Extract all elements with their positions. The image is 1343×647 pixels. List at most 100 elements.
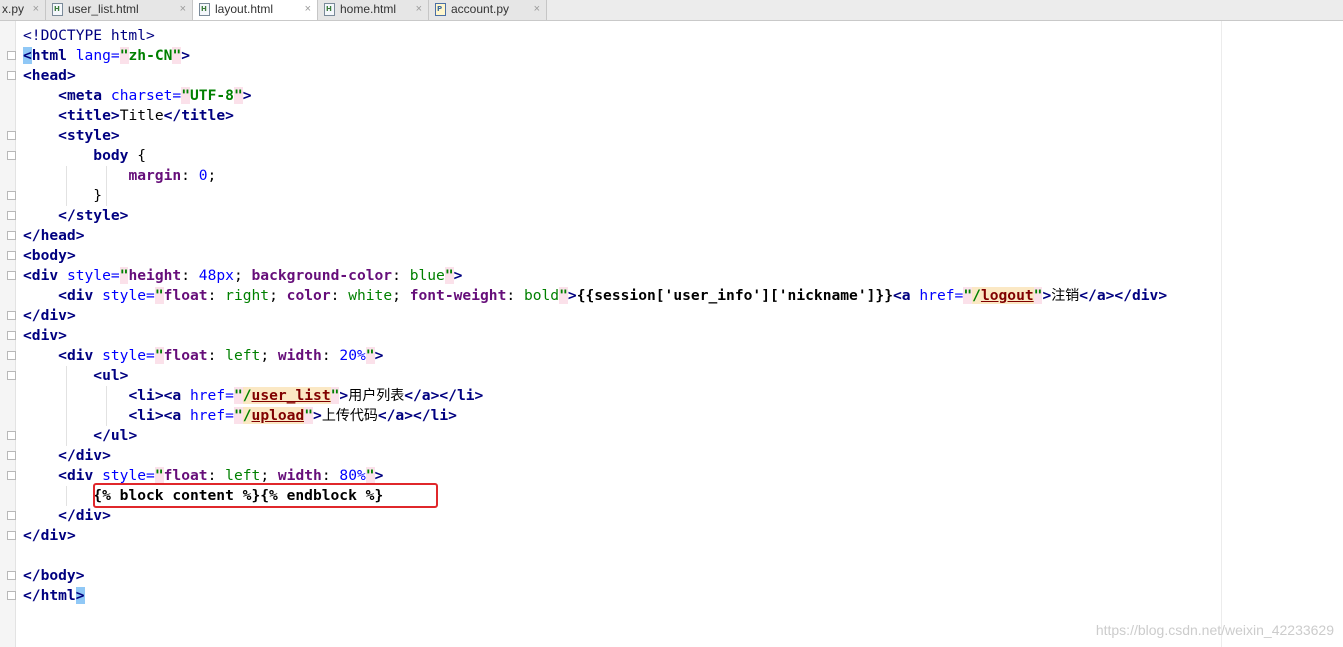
tag-name: body xyxy=(40,567,76,584)
link-path[interactable]: user_list xyxy=(252,387,331,404)
tag-name: div xyxy=(75,507,103,524)
css-property: width xyxy=(277,347,322,364)
fold-marker-icon[interactable] xyxy=(7,191,16,200)
tab-label: home.html xyxy=(340,2,397,16)
css-value: blue xyxy=(409,267,445,284)
close-icon[interactable]: × xyxy=(33,0,39,19)
link-path[interactable]: logout xyxy=(981,287,1034,304)
fold-marker-icon[interactable] xyxy=(7,231,16,240)
link-text: 注销 xyxy=(1051,288,1080,304)
editor-gutter xyxy=(0,21,16,647)
fold-marker-icon[interactable] xyxy=(7,51,16,60)
watermark: https://blog.csdn.net/weixin_42233629 xyxy=(1095,622,1334,638)
fold-marker-icon[interactable] xyxy=(7,431,16,440)
attr-name: style xyxy=(102,467,147,484)
code-line: <meta charset="UTF-8"> xyxy=(58,87,252,104)
code-line: </div> xyxy=(23,307,76,324)
css-value: 20 xyxy=(339,347,357,364)
tab-layout-html[interactable]: H layout.html × xyxy=(193,0,318,20)
code-line: <!DOCTYPE html> xyxy=(23,26,155,46)
fold-marker-icon[interactable] xyxy=(7,311,16,320)
highlight-annotation-box xyxy=(93,483,438,508)
fold-marker-icon[interactable] xyxy=(7,351,16,360)
fold-marker-icon[interactable] xyxy=(7,591,16,600)
css-value: left xyxy=(225,347,261,364)
html-file-icon: H xyxy=(52,3,63,16)
html-file-icon: H xyxy=(199,3,210,16)
tag-name: div xyxy=(40,307,67,324)
tag-name: a xyxy=(421,387,431,404)
tag-name: a xyxy=(172,387,182,404)
tab-user-list-html[interactable]: H user_list.html × xyxy=(46,0,193,20)
fold-marker-icon[interactable] xyxy=(7,471,16,480)
code-line: </ul> xyxy=(93,427,138,444)
right-margin-guide xyxy=(1221,21,1222,647)
fold-marker-icon[interactable] xyxy=(7,451,16,460)
code-line: </head> xyxy=(23,227,85,244)
fold-marker-icon[interactable] xyxy=(7,571,16,580)
tag-name: style xyxy=(75,207,120,224)
code-line: <div style="float: right; color: white; … xyxy=(58,287,1168,304)
fold-marker-icon[interactable] xyxy=(7,131,16,140)
tag-name: div xyxy=(66,467,94,484)
tag-name: title xyxy=(181,107,226,124)
code-line: margin: 0; xyxy=(128,167,217,184)
attr-name: style xyxy=(66,267,111,284)
attr-name: lang xyxy=(75,47,111,64)
css-value: left xyxy=(225,467,261,484)
fold-marker-icon[interactable] xyxy=(7,71,16,80)
code-line: <li><a href="/user_list">用户列表</a></li> xyxy=(128,387,484,404)
css-property: float xyxy=(163,347,208,364)
code-line: } xyxy=(23,187,103,204)
tag-name: li xyxy=(430,407,449,424)
tab-home-html[interactable]: H home.html × xyxy=(318,0,429,20)
css-value: 80 xyxy=(339,467,357,484)
fold-marker-icon[interactable] xyxy=(7,251,16,260)
tag-name: ul xyxy=(102,367,120,384)
close-icon[interactable]: × xyxy=(180,0,186,19)
css-value: 0 xyxy=(198,167,208,184)
close-icon[interactable]: × xyxy=(534,0,540,19)
css-property: margin xyxy=(128,167,182,184)
close-icon[interactable]: × xyxy=(416,0,422,19)
tag-name: ul xyxy=(110,427,129,444)
fold-marker-icon[interactable] xyxy=(7,271,16,280)
css-property: font-weight xyxy=(409,287,507,304)
css-property: background-color xyxy=(251,267,393,284)
tag-name: html xyxy=(40,587,76,604)
tag-name: a xyxy=(1096,287,1106,304)
code-line: <ul> xyxy=(93,367,129,384)
attr-name: href xyxy=(189,407,226,424)
fold-marker-icon[interactable] xyxy=(7,331,16,340)
code-line: </div> xyxy=(23,527,76,544)
tag-name: style xyxy=(66,127,111,144)
tag-name: a xyxy=(395,407,405,424)
doctype: <!DOCTYPE html> xyxy=(23,27,155,44)
close-icon[interactable]: × xyxy=(305,0,311,19)
code-line: <html lang="zh-CN"> xyxy=(23,47,191,64)
fold-marker-icon[interactable] xyxy=(7,211,16,220)
tab-account-py[interactable]: P account.py × xyxy=(429,0,547,20)
text-content: Title xyxy=(119,107,164,124)
fold-marker-icon[interactable] xyxy=(7,511,16,520)
fold-marker-icon[interactable] xyxy=(7,151,16,160)
tag-name: body xyxy=(31,247,67,264)
css-value: bold xyxy=(523,287,560,304)
tag-name: head xyxy=(40,227,76,244)
tag-name: html xyxy=(31,47,67,64)
python-file-icon: P xyxy=(435,3,446,16)
tag-name: meta xyxy=(66,87,103,104)
css-value: white xyxy=(348,287,393,304)
link-text: 用户列表 xyxy=(348,388,405,404)
fold-marker-icon[interactable] xyxy=(7,371,16,380)
fold-marker-icon[interactable] xyxy=(7,531,16,540)
code-line: <div style="height: 48px; background-col… xyxy=(23,267,463,284)
attr-value: UTF-8 xyxy=(190,87,234,104)
css-property: float xyxy=(163,287,208,304)
tag-name: a xyxy=(172,407,182,424)
link-path[interactable]: upload xyxy=(252,407,305,424)
tag-name: li xyxy=(137,407,155,424)
code-line: <title>Title</title> xyxy=(58,107,234,124)
tab-x-py[interactable]: x.py × xyxy=(0,0,46,20)
code-line: <div style="float: left; width: 20%"> xyxy=(58,347,384,364)
